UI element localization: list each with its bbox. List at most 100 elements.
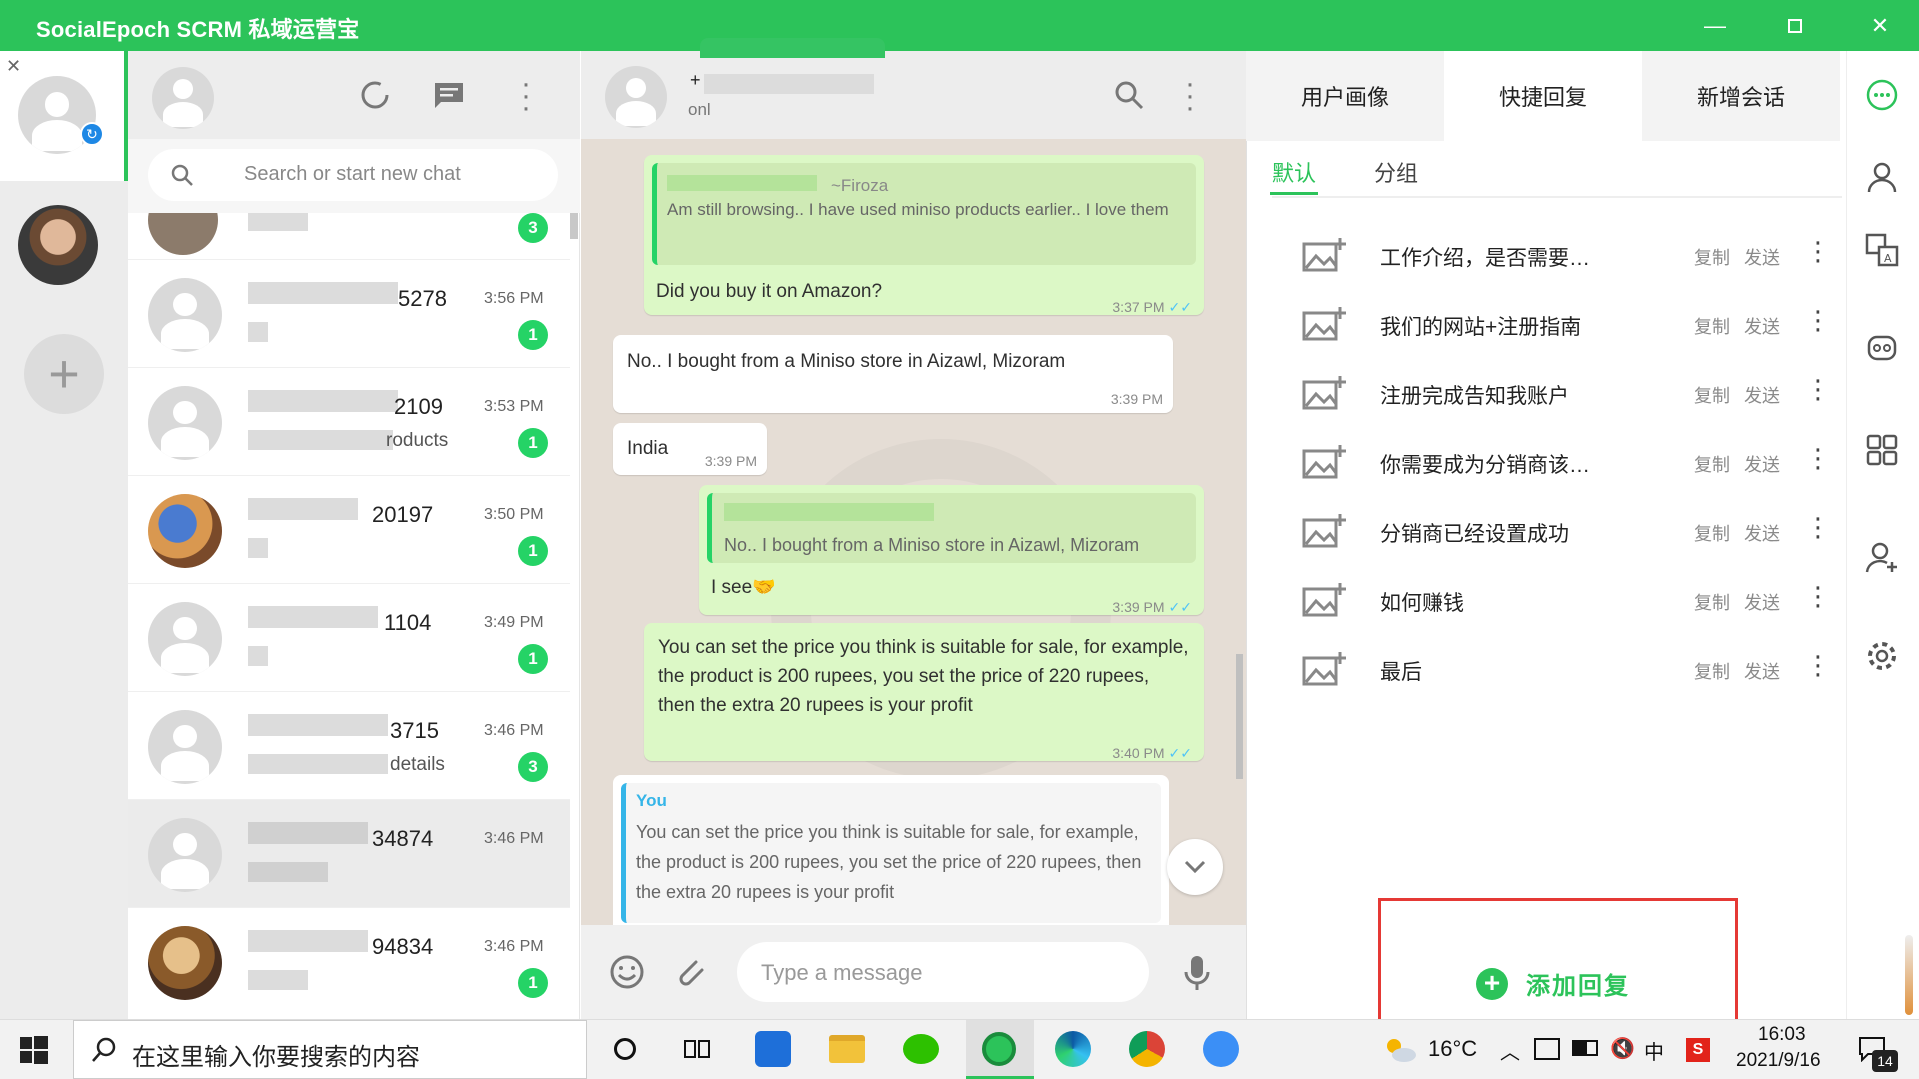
quick-reply-item[interactable]: 如何赚钱 复制 发送 ⋮ (1300, 567, 1831, 635)
close-account-icon[interactable]: ✕ (6, 56, 21, 77)
tab-user-profile[interactable]: 用户画像 (1246, 51, 1444, 141)
scroll-down-button[interactable] (1167, 839, 1223, 895)
send-button[interactable]: 发送 (1744, 382, 1780, 408)
quoted-message[interactable]: ~Firoza Am still browsing.. I have used … (652, 163, 1196, 265)
maximize-button[interactable] (1760, 0, 1830, 51)
settings-gear-icon[interactable] (1860, 634, 1904, 678)
quick-reply-item[interactable]: 我们的网站+注册指南 复制 发送 ⋮ (1300, 291, 1831, 359)
chat-row-1[interactable]: 5278 3:56 PM 1 (128, 260, 570, 368)
chat-menu-icon[interactable]: · · · (1180, 69, 1200, 123)
tab-quick-reply[interactable]: 快捷回复 (1444, 51, 1642, 141)
chat-list-scrollbar[interactable] (570, 213, 578, 239)
quoted-message[interactable]: No.. I bought from a Miniso store in Aiz… (707, 493, 1196, 563)
translate-icon[interactable]: A (1860, 228, 1904, 272)
close-window-button[interactable]: ✕ (1845, 0, 1915, 51)
ime-indicator[interactable]: 中 (1644, 1036, 1664, 1065)
floating-tab[interactable] (700, 38, 885, 58)
my-profile-avatar[interactable] (152, 67, 214, 129)
weather-temp[interactable]: 16°C (1428, 1036, 1477, 1062)
copy-button[interactable]: 复制 (1694, 589, 1730, 615)
chat-row-4[interactable]: 1104 3:49 PM 1 (128, 584, 570, 692)
message-bubble-in[interactable]: No.. I bought from a Miniso store in Aiz… (613, 335, 1173, 413)
chat-search-icon[interactable] (1114, 80, 1144, 110)
attach-icon[interactable] (672, 954, 708, 990)
send-button[interactable]: 发送 (1744, 244, 1780, 270)
clock-date[interactable]: 2021/9/16 (1736, 1050, 1821, 1072)
message-bubble-out[interactable]: You can set the price you think is suita… (644, 623, 1204, 761)
status-icon[interactable] (358, 78, 392, 112)
send-button[interactable]: 发送 (1744, 520, 1780, 546)
copy-button[interactable]: 复制 (1694, 313, 1730, 339)
more-options-icon[interactable]: ⋮ (1805, 374, 1831, 404)
quick-reply-item[interactable]: 注册完成告知我账户 复制 发送 ⋮ (1300, 360, 1831, 428)
send-button[interactable]: 发送 (1744, 658, 1780, 684)
send-button[interactable]: 发送 (1744, 589, 1780, 615)
add-reply-button[interactable]: + 添加回复 (1476, 966, 1630, 1001)
socialepoch-app-icon[interactable] (978, 1028, 1020, 1070)
message-area[interactable]: ~Firoza Am still browsing.. I have used … (581, 139, 1246, 925)
chat-row-0[interactable]: 3 (128, 213, 570, 260)
account-avatar-2[interactable] (18, 205, 98, 285)
taskbar-app-search-icon[interactable] (752, 1028, 794, 1070)
more-options-icon[interactable]: ⋮ (1805, 443, 1831, 473)
microphone-icon[interactable] (1182, 954, 1212, 992)
quick-reply-item[interactable]: 最后 复制 发送 ⋮ (1300, 636, 1831, 704)
copy-button[interactable]: 复制 (1694, 244, 1730, 270)
clock-time[interactable]: 16:03 (1758, 1024, 1806, 1046)
chat-row-2[interactable]: 2109 3:53 PM roducts 1 (128, 368, 570, 476)
sogou-ime-icon[interactable]: S (1686, 1038, 1710, 1062)
cortana-icon[interactable] (604, 1028, 646, 1070)
quick-reply-item[interactable]: 工作介绍，是否需要… 复制 发送 ⋮ (1300, 222, 1831, 290)
more-options-icon[interactable]: ⋮ (1805, 512, 1831, 542)
new-chat-icon[interactable] (432, 80, 466, 110)
emoji-icon[interactable] (609, 954, 645, 990)
taskbar-search-box[interactable]: 在这里输入你要搜索的内容 (73, 1020, 587, 1079)
send-button[interactable]: 发送 (1744, 313, 1780, 339)
battery-icon[interactable] (1572, 1040, 1598, 1056)
wechat-icon[interactable] (900, 1028, 942, 1070)
subtab-group[interactable]: 分组 (1374, 156, 1418, 188)
chat-row-7[interactable]: 94834 3:46 PM 1 (128, 908, 570, 1019)
tray-chevron-icon[interactable]: ︿ (1500, 1036, 1520, 1065)
more-options-icon[interactable]: ⋮ (1805, 650, 1831, 680)
chat-row-6-selected[interactable]: 34874 3:46 PM (128, 800, 570, 908)
add-account-button[interactable]: + (24, 334, 104, 414)
tab-new-session[interactable]: 新增会话 (1642, 51, 1840, 141)
more-options-icon[interactable]: ⋮ (1805, 305, 1831, 335)
message-input[interactable]: Type a message (737, 942, 1149, 1002)
apps-grid-icon[interactable] (1860, 428, 1904, 472)
more-chat-icon[interactable] (1860, 73, 1904, 117)
contact-avatar[interactable] (605, 66, 667, 128)
chrome-browser-icon[interactable] (1126, 1028, 1168, 1070)
menu-icon[interactable]: · · · (516, 69, 536, 123)
windows-start-icon[interactable] (20, 1036, 48, 1064)
quick-reply-item[interactable]: 分销商已经设置成功 复制 发送 ⋮ (1300, 498, 1831, 566)
task-view-icon[interactable] (676, 1028, 718, 1070)
message-bubble-in[interactable]: India 3:39 PM (613, 423, 767, 475)
add-contact-icon[interactable] (1860, 535, 1904, 579)
message-bubble-out[interactable]: No.. I bought from a Miniso store in Aiz… (699, 485, 1204, 615)
message-scrollbar[interactable] (1236, 654, 1243, 779)
edge-browser-icon[interactable] (1052, 1028, 1094, 1070)
reply-preview[interactable]: You You can set the price you think is s… (613, 775, 1169, 925)
subtab-default[interactable]: 默认 (1272, 156, 1316, 188)
copy-button[interactable]: 复制 (1694, 451, 1730, 477)
network-icon[interactable] (1534, 1038, 1560, 1060)
chat-row-5[interactable]: 3715 3:46 PM details 3 (128, 692, 570, 800)
message-bubble-out[interactable]: ~Firoza Am still browsing.. I have used … (644, 155, 1204, 315)
volume-muted-icon[interactable]: 🔇 (1610, 1036, 1635, 1061)
more-options-icon[interactable]: ⋮ (1805, 236, 1831, 266)
more-options-icon[interactable]: ⋮ (1805, 581, 1831, 611)
quick-reply-item[interactable]: 你需要成为分销商该… 复制 发送 ⋮ (1300, 429, 1831, 497)
weather-icon[interactable] (1382, 1036, 1418, 1064)
ai-assistant-icon[interactable] (1860, 326, 1904, 370)
copy-button[interactable]: 复制 (1694, 658, 1730, 684)
feishu-icon[interactable] (1200, 1028, 1242, 1070)
file-explorer-icon[interactable] (826, 1028, 868, 1070)
copy-button[interactable]: 复制 (1694, 382, 1730, 408)
send-button[interactable]: 发送 (1744, 451, 1780, 477)
copy-button[interactable]: 复制 (1694, 520, 1730, 546)
user-icon[interactable] (1860, 155, 1904, 199)
chat-row-3[interactable]: 20197 3:50 PM 1 (128, 476, 570, 584)
minimize-button[interactable]: — (1680, 0, 1750, 51)
